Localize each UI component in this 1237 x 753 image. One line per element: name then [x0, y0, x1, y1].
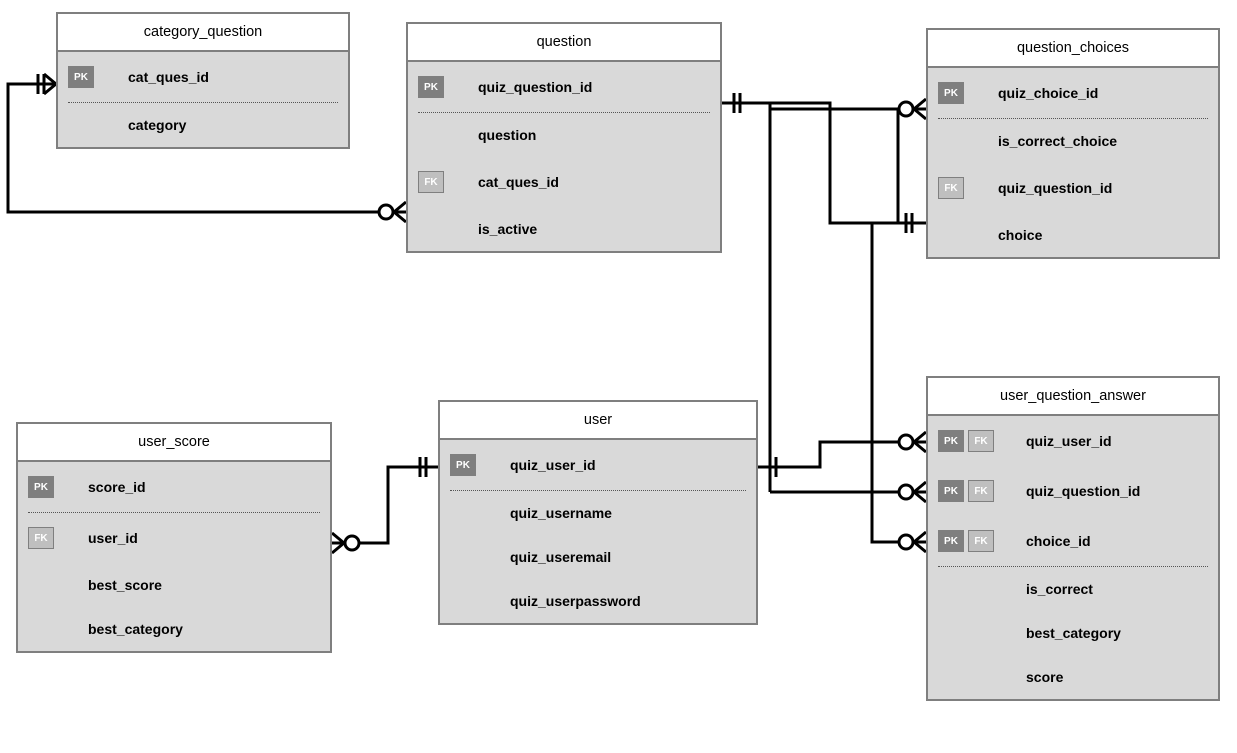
attr-row-pk: PK score_id: [18, 462, 330, 512]
entity-category-question: category_question PK cat_ques_id categor…: [56, 12, 350, 149]
attr-label: quiz_user_id: [1026, 433, 1112, 449]
attr-row: is_active: [408, 207, 720, 251]
attr-row-pk: PK cat_ques_id: [58, 52, 348, 102]
attr-row-pk: PK quiz_user_id: [440, 440, 756, 490]
attr-row-fk: FK cat_ques_id: [408, 157, 720, 207]
pk-badge: PK: [418, 76, 444, 98]
attr-label: score_id: [88, 479, 146, 495]
pk-badge: PK: [938, 530, 964, 552]
attr-label: quiz_question_id: [478, 79, 592, 95]
fk-badge: FK: [968, 480, 994, 502]
attr-label: best_category: [88, 621, 183, 637]
attr-label: is_correct_choice: [998, 133, 1117, 149]
attr-label: quiz_question_id: [998, 180, 1112, 196]
fk-badge: FK: [968, 430, 994, 452]
attr-row: best_category: [928, 611, 1218, 655]
attr-label: question: [478, 127, 536, 143]
pk-badge: PK: [450, 454, 476, 476]
attr-label: quiz_question_id: [1026, 483, 1140, 499]
attr-label: category: [128, 117, 186, 133]
entity-title: question: [408, 24, 720, 62]
attr-row-pk: PK quiz_choice_id: [928, 68, 1218, 118]
attr-row-fk: FK user_id: [18, 513, 330, 563]
attr-label: quiz_useremail: [510, 549, 611, 565]
attr-row: score: [928, 655, 1218, 699]
attr-label: quiz_userpassword: [510, 593, 641, 609]
attr-label: score: [1026, 669, 1063, 685]
entity-title: user_score: [18, 424, 330, 462]
attr-label: best_category: [1026, 625, 1121, 641]
entity-question: question PK quiz_question_id question FK…: [406, 22, 722, 253]
attr-row: best_category: [18, 607, 330, 651]
attr-label: quiz_choice_id: [998, 85, 1098, 101]
entity-user-score: user_score PK score_id FK user_id best_s…: [16, 422, 332, 653]
attr-row: quiz_useremail: [440, 535, 756, 579]
pk-badge: PK: [938, 480, 964, 502]
attr-label: is_active: [478, 221, 537, 237]
entity-title: category_question: [58, 14, 348, 52]
attr-label: choice_id: [1026, 533, 1091, 549]
attr-row-pk-fk: PK FK quiz_user_id: [928, 416, 1218, 466]
attr-row-pk-fk: PK FK quiz_question_id: [928, 466, 1218, 516]
pk-badge: PK: [68, 66, 94, 88]
entity-title: user_question_answer: [928, 378, 1218, 416]
attr-row: quiz_userpassword: [440, 579, 756, 623]
attr-label: user_id: [88, 530, 138, 546]
entity-title: question_choices: [928, 30, 1218, 68]
fk-badge: FK: [938, 177, 964, 199]
pk-badge: PK: [938, 430, 964, 452]
entity-user: user PK quiz_user_id quiz_username quiz_…: [438, 400, 758, 625]
attr-row: is_correct_choice: [928, 119, 1218, 163]
fk-badge: FK: [28, 527, 54, 549]
entity-question-choices: question_choices PK quiz_choice_id is_co…: [926, 28, 1220, 259]
attr-row: category: [58, 103, 348, 147]
attr-row-fk: FK quiz_question_id: [928, 163, 1218, 213]
fk-badge: FK: [968, 530, 994, 552]
attr-label: cat_ques_id: [128, 69, 209, 85]
attr-label: quiz_user_id: [510, 457, 596, 473]
attr-row: choice: [928, 213, 1218, 257]
pk-badge: PK: [938, 82, 964, 104]
pk-badge: PK: [28, 476, 54, 498]
attr-label: quiz_username: [510, 505, 612, 521]
attr-label: is_correct: [1026, 581, 1093, 597]
entity-user-question-answer: user_question_answer PK FK quiz_user_id …: [926, 376, 1220, 701]
attr-label: cat_ques_id: [478, 174, 559, 190]
attr-label: choice: [998, 227, 1042, 243]
fk-badge: FK: [418, 171, 444, 193]
entity-title: user: [440, 402, 756, 440]
attr-row: is_correct: [928, 567, 1218, 611]
attr-label: best_score: [88, 577, 162, 593]
attr-row: question: [408, 113, 720, 157]
attr-row-pk: PK quiz_question_id: [408, 62, 720, 112]
attr-row-pk-fk: PK FK choice_id: [928, 516, 1218, 566]
attr-row: quiz_username: [440, 491, 756, 535]
attr-row: best_score: [18, 563, 330, 607]
